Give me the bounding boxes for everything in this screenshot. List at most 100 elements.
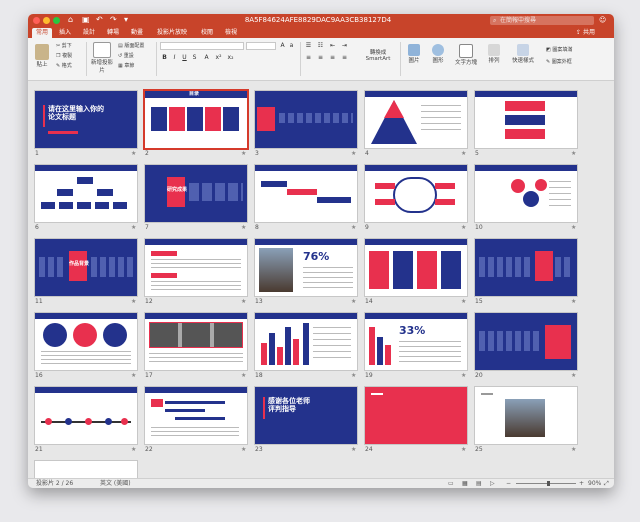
zoom-out-icon[interactable]: − [506, 479, 511, 488]
slide-thumbnail[interactable] [475, 313, 577, 370]
zoom-slider[interactable] [516, 483, 576, 484]
align-center-icon[interactable]: ≡ [316, 54, 325, 62]
arrange-button[interactable]: 排列 [484, 44, 504, 64]
tab-home[interactable]: 常用 [32, 28, 52, 38]
shape-outline-button[interactable]: ✎ 圖案外框 [546, 58, 572, 65]
tab-design[interactable]: 設計 [80, 28, 98, 38]
slide-thumbnail[interactable] [35, 165, 137, 222]
slide-thumbnail[interactable] [255, 313, 357, 370]
font-size-select[interactable] [246, 42, 276, 50]
close-window-button[interactable] [33, 17, 40, 24]
bullets-icon[interactable]: ☰ [304, 42, 313, 50]
photo [259, 248, 293, 292]
underline-icon[interactable]: U [180, 54, 189, 62]
font-name-select[interactable] [160, 42, 244, 50]
new-slide-button[interactable]: 新增投影片 [90, 42, 114, 74]
maximize-window-button[interactable] [53, 17, 60, 24]
slide-thumbnail[interactable]: 请在这里输入你的论文标题 [35, 91, 137, 148]
slide-thumbnail[interactable] [475, 165, 577, 222]
minimize-window-button[interactable] [43, 17, 50, 24]
slide-thumbnail[interactable] [255, 165, 357, 222]
numbering-icon[interactable]: ☷ [316, 42, 325, 50]
slide-thumbnail[interactable] [145, 387, 247, 444]
slide-thumbnail[interactable] [365, 91, 467, 148]
slide-thumbnail[interactable]: 研究成果 [145, 165, 247, 222]
customize-toolbar-icon[interactable]: ▾ [124, 15, 128, 24]
zoom-level[interactable]: 90% [588, 479, 601, 488]
strikethrough-icon[interactable]: S [190, 54, 199, 62]
slide-thumbnail[interactable] [475, 387, 577, 444]
justify-icon[interactable]: ≡ [340, 54, 349, 62]
paste-button[interactable]: 貼上 [32, 44, 52, 68]
quick-styles-button[interactable]: 快速樣式 [508, 44, 538, 64]
subscript-icon[interactable]: x₂ [226, 54, 235, 62]
tab-insert[interactable]: 插入 [56, 28, 74, 38]
cut-button[interactable]: ✂ 剪下 [56, 42, 72, 49]
textbox-button[interactable]: 文字方塊 [452, 44, 480, 66]
increase-indent-icon[interactable]: ⇥ [340, 42, 349, 50]
section-button[interactable]: ▦ 章節 [118, 62, 134, 69]
zoom-in-icon[interactable]: + [579, 479, 584, 488]
slide-thumbnail-selected[interactable]: 目录 [145, 91, 247, 148]
chart-bar [261, 343, 267, 365]
superscript-icon[interactable]: x² [214, 54, 223, 62]
fit-window-icon[interactable]: ⤢ [604, 479, 609, 488]
slide-thumbnail[interactable] [255, 91, 357, 148]
slide-thumbnail[interactable] [35, 313, 137, 370]
slide-number: 10 [475, 224, 483, 231]
language-status[interactable]: 英文 (美國) [100, 479, 131, 488]
normal-view-icon[interactable]: ▭ [448, 479, 454, 488]
slide-number: 16 [35, 372, 43, 379]
slide-thumbnail[interactable] [145, 313, 247, 370]
tab-view[interactable]: 檢視 [222, 28, 240, 38]
save-icon[interactable]: ▣ [82, 15, 90, 24]
format-painter-button[interactable]: ✎ 格式 [56, 62, 72, 69]
reset-button[interactable]: ↺ 重設 [118, 52, 134, 59]
layout-button[interactable]: ▤ 版面配置 [118, 42, 144, 49]
zoom-slider-knob[interactable] [547, 481, 550, 486]
tab-review[interactable]: 校閱 [198, 28, 216, 38]
bold-icon[interactable]: B [160, 54, 169, 62]
decrease-indent-icon[interactable]: ⇤ [328, 42, 337, 50]
gear-icon [535, 179, 547, 191]
slide-header-bar [365, 239, 467, 245]
user-icon[interactable]: ☺ [599, 16, 606, 24]
slide-thumbnail[interactable]: 感谢各位老师评判指导 [255, 387, 357, 444]
slide-thumbnail[interactable] [35, 461, 137, 478]
copy-button[interactable]: ❐ 複製 [56, 52, 72, 59]
slide-thumbnail[interactable] [35, 387, 137, 444]
reading-view-icon[interactable]: ▤ [476, 479, 482, 488]
italic-icon[interactable]: I [170, 54, 179, 62]
slide-thumbnail[interactable]: 76% [255, 239, 357, 296]
shape-fill-button[interactable]: ◩ 圖案填滿 [546, 46, 572, 53]
home-icon[interactable]: ⌂ [68, 15, 73, 24]
slide-thumbnail[interactable]: 33% [365, 313, 467, 370]
grow-font-icon[interactable]: A [278, 42, 287, 50]
slide-sorter-icon[interactable]: ▦ [462, 479, 468, 488]
shape-button[interactable]: 圖形 [428, 44, 448, 64]
slide-thumbnail[interactable] [475, 239, 577, 296]
tab-transitions[interactable]: 轉場 [104, 28, 122, 38]
slide-thumbnail[interactable] [145, 239, 247, 296]
slide-thumbnail[interactable] [365, 387, 467, 444]
org-node [59, 202, 73, 209]
share-button[interactable]: ⇪ 共用 [576, 28, 595, 38]
search-field[interactable]: ⌕ 在簡報中搜尋 [490, 16, 594, 25]
slideshow-icon[interactable]: ▷ [490, 479, 495, 488]
align-right-icon[interactable]: ≡ [328, 54, 337, 62]
slide-thumbnail[interactable]: 作品背景 [35, 239, 137, 296]
slide-thumbnail[interactable] [365, 165, 467, 222]
font-color-icon[interactable]: A [202, 54, 211, 62]
slide-header-bar [475, 165, 577, 171]
tab-slideshow[interactable]: 投影片放映 [152, 28, 192, 38]
align-left-icon[interactable]: ≡ [304, 54, 313, 62]
convert-smartart-button[interactable]: 轉換成SmartArt [360, 48, 396, 62]
shape-fill-label: 圖案填滿 [552, 47, 573, 53]
undo-icon[interactable]: ↶ [96, 15, 103, 24]
slide-thumbnail[interactable] [365, 239, 467, 296]
redo-icon[interactable]: ↷ [110, 15, 117, 24]
tab-animations[interactable]: 動畫 [128, 28, 146, 38]
slide-thumbnail[interactable] [475, 91, 577, 148]
picture-button[interactable]: 圖片 [404, 44, 424, 64]
shrink-font-icon[interactable]: a [287, 42, 296, 50]
